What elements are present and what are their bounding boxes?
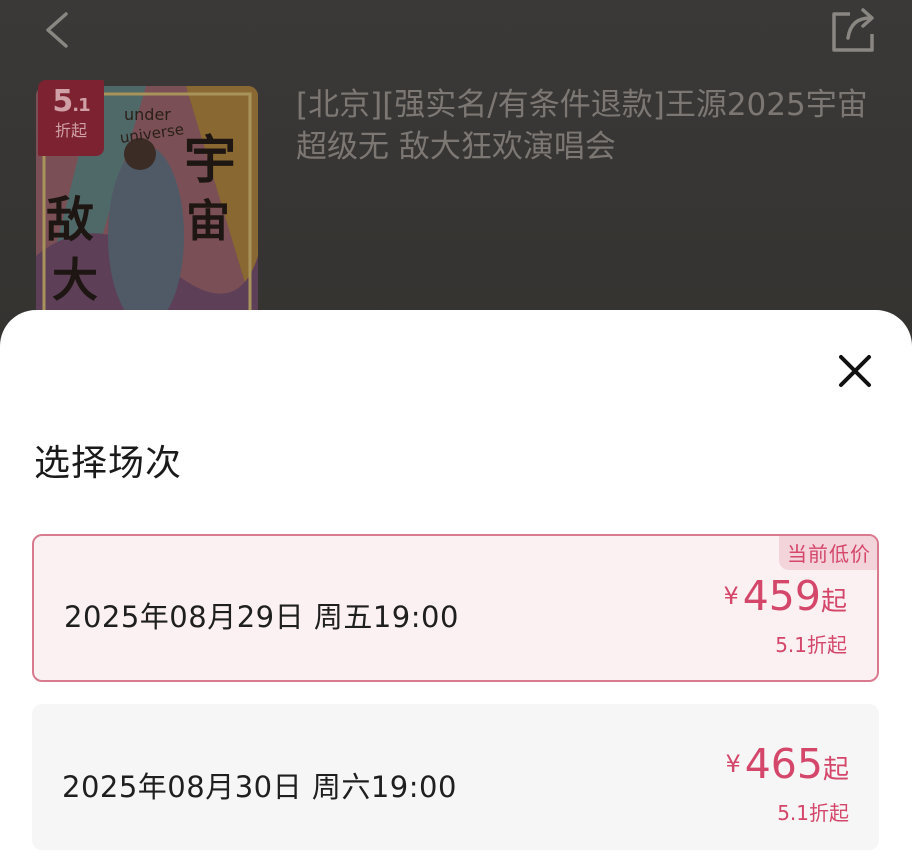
session-option-0830[interactable]: 2025年08月30日 周六19:00 ¥465起 5.1折起 [32, 704, 879, 850]
currency-symbol: ¥ [725, 750, 741, 778]
price-suffix: 起 [820, 587, 847, 617]
svg-text:under: under [124, 105, 171, 124]
session-picker-sheet: 选择场次 2025年08月29日 周五19:00 ¥459起 5.1折起 当前低… [0, 310, 912, 868]
discount-text: 5.1折起 [775, 633, 847, 657]
currency-symbol: ¥ [723, 582, 739, 610]
session-price: ¥465起 5.1折起 [725, 742, 849, 826]
svg-text:宙: 宙 [186, 196, 230, 247]
badge-suffix: 折起 [54, 121, 87, 140]
svg-text:大: 大 [52, 253, 98, 307]
lowest-price-tag: 当前低价 [779, 536, 877, 570]
svg-text:宇: 宇 [184, 131, 236, 191]
price-amount: 459 [742, 572, 821, 620]
session-date: 2025年08月30日 周六19:00 [62, 770, 457, 804]
share-icon [832, 8, 874, 52]
svg-text:敌: 敌 [46, 192, 94, 248]
share-button[interactable] [826, 4, 880, 54]
session-option-0829[interactable]: 2025年08月29日 周五19:00 ¥459起 5.1折起 当前低价 [32, 534, 879, 682]
event-title: [北京][强实名/有条件退款]王源2025宇宙超级无 敌大狂欢演唱会 [296, 87, 868, 165]
session-date: 2025年08月29日 周五19:00 [64, 600, 459, 634]
discount-badge: 5.1 折起 [38, 80, 104, 156]
sheet-title: 选择场次 [34, 443, 183, 484]
close-icon [839, 355, 871, 387]
price-amount: 465 [744, 740, 823, 788]
close-button[interactable] [830, 346, 880, 396]
price-suffix: 起 [822, 755, 849, 785]
discount-text: 5.1折起 [777, 801, 849, 825]
badge-number: 5.1 [52, 84, 90, 119]
session-price: ¥459起 5.1折起 [723, 574, 847, 658]
back-button[interactable] [36, 6, 80, 54]
chevron-left-icon [46, 12, 68, 48]
